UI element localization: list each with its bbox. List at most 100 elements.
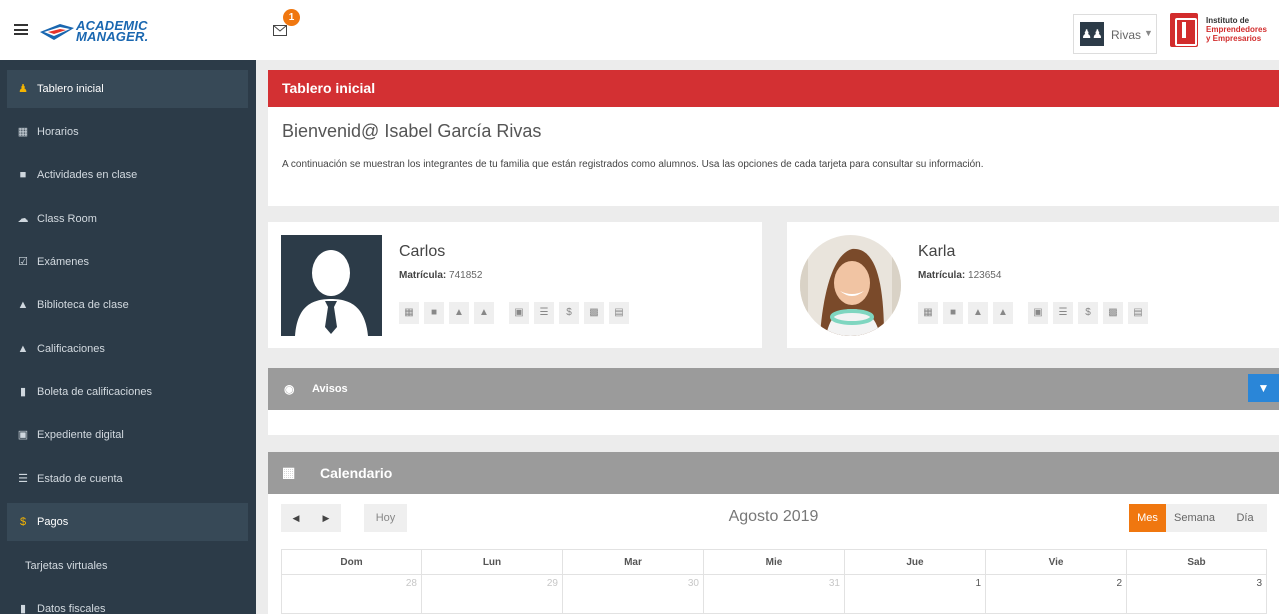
sidebar-item-tarjetas-virtuales[interactable]: Tarjetas virtuales [7,547,248,585]
graduation-cap-icon[interactable]: ▲ [993,302,1013,324]
document-icon[interactable]: ▤ [1128,302,1148,324]
sidebar-item-horarios[interactable]: ▦ Horarios [7,113,248,151]
sidebar-item-calificaciones[interactable]: ▲ Calificaciones [7,330,248,368]
matricula-label: Matrícula: [918,270,966,281]
id-card-icon[interactable]: ▩ [584,302,604,324]
avisos-header: ◉ Avisos ▼ [268,368,1279,410]
id-card-icon[interactable]: ▩ [1103,302,1123,324]
sidebar-item-label: Boleta de calificaciones [37,386,152,398]
briefcase-icon: ■ [19,169,27,181]
sidebar-item-biblioteca[interactable]: ▲ Biblioteca de clase [7,286,248,324]
sidebar-item-label: Pagos [37,516,69,528]
archive-icon[interactable]: ▣ [509,302,529,324]
sidebar-item-expediente[interactable]: ▣ Expediente digital [7,416,248,454]
student-name: Karla [918,243,956,260]
student-matricula: Matrícula: 123654 [918,270,1001,281]
calendar-day-cell[interactable]: 31 [704,574,845,614]
sidebar-item-label: Expediente digital [37,429,124,441]
calendar-icon: ▦ [282,464,296,480]
matricula-value: 123654 [968,270,1002,281]
user-name: Rivas [1111,28,1142,42]
calendar-day-cell[interactable]: 2 [986,574,1127,614]
archive-icon[interactable]: ▣ [1028,302,1048,324]
list-icon: ☰ [18,473,28,485]
dollar-icon[interactable]: $ [1078,302,1098,324]
calendar-day-cell[interactable]: 28 [281,574,422,614]
sidebar-item-class-room[interactable]: ☁ Class Room [7,200,248,238]
logo-line-2: MANAGER. [76,29,149,44]
folder-icon[interactable]: ▲ [968,302,988,324]
calendar-icon: ▦ [17,126,29,138]
calendar-icon[interactable]: ▦ [918,302,938,324]
top-bar: ACADEMIC MANAGER. 1 ♟♟ Rivas ▼ Instituto… [0,0,1279,60]
student-name: Carlos [399,243,446,260]
user-menu[interactable]: ♟♟ Rivas ▼ [1073,14,1157,54]
hamburger-menu-icon[interactable] [14,24,28,35]
calendar-grid: Dom Lun Mar Mie Jue Vie Sab 28 29 30 31 … [281,549,1267,614]
calendar-title: Calendario [320,465,393,481]
day-name: Sab [1127,549,1267,574]
sidebar-item-pagos[interactable]: $ Pagos [7,503,248,541]
institution-line-3: y Empresarios [1206,34,1262,43]
calendar-header: ▦ Calendario [268,452,1279,494]
student-card-karla: Karla Matrícula: 123654 ▦ ■ ▲ ▲ ▣ ☰ $ ▩ … [787,222,1279,348]
folder-icon: ▲ [17,299,29,311]
sidebar-item-examenes[interactable]: ☑ Exámenes [7,243,248,281]
sidebar-item-label: Horarios [37,126,79,138]
sidebar-item-datos-fiscales[interactable]: ▮ Datos fiscales [7,590,248,614]
checkbox-icon: ☑ [18,256,28,268]
graduation-cap-icon: ▲ [17,343,29,355]
student-matricula: Matrícula: 741852 [399,270,482,281]
calendar-day-cell[interactable]: 3 [1127,574,1267,614]
academic-manager-logo[interactable]: ACADEMIC MANAGER. [40,19,160,46]
page-title: Tablero inicial [268,70,1279,107]
sidebar-item-estado-cuenta[interactable]: ☰ Estado de cuenta [7,460,248,498]
calendar-body: ◀ ▶ Hoy Agosto 2019 Mes Semana Día Dom L… [268,494,1279,614]
logo-swoosh-icon [40,24,74,40]
day-name: Vie [986,549,1127,574]
document-icon[interactable]: ▤ [609,302,629,324]
briefcase-icon[interactable]: ■ [424,302,444,324]
briefcase-icon[interactable]: ■ [943,302,963,324]
institution-logo: Instituto de Emprendedores y Empresarios [1170,13,1275,49]
calendar-day-cell[interactable]: 30 [563,574,704,614]
sidebar-item-label: Tarjetas virtuales [25,560,108,572]
dollar-icon[interactable]: $ [559,302,579,324]
graduation-cap-icon[interactable]: ▲ [474,302,494,324]
mail-button[interactable]: 1 [273,9,300,36]
cloud-icon: ☁ [17,213,29,225]
day-name: Jue [845,549,986,574]
institution-emblem-icon [1170,13,1198,47]
welcome-panel: Bienvenid@ Isabel García Rivas A continu… [268,107,1279,206]
sidebar-item-actividades[interactable]: ■ Actividades en clase [7,156,248,194]
sidebar: ♟ Tablero inicial ▦ Horarios ■ Actividad… [0,60,256,614]
view-month-button[interactable]: Mes [1129,504,1166,532]
sidebar-item-tablero-inicial[interactable]: ♟ Tablero inicial [7,70,248,108]
list-icon[interactable]: ☰ [534,302,554,324]
folder-icon[interactable]: ▲ [449,302,469,324]
sidebar-item-label: Tablero inicial [37,83,104,95]
calendar-day-cell[interactable]: 29 [422,574,563,614]
welcome-text: A continuación se muestran los integrant… [282,159,984,170]
day-name: Dom [281,549,422,574]
day-name: Mar [563,549,704,574]
view-day-button[interactable]: Día [1223,504,1267,532]
user-icon: ♟ [18,83,28,95]
sidebar-item-label: Actividades en clase [37,169,138,181]
list-icon[interactable]: ☰ [1053,302,1073,324]
sidebar-item-label: Calificaciones [37,343,105,355]
sidebar-item-boleta[interactable]: ▮ Boleta de calificaciones [7,373,248,411]
student-card-carlos: Carlos Matrícula: 741852 ▦ ■ ▲ ▲ ▣ ☰ $ ▩… [268,222,762,348]
sidebar-item-label: Datos fiscales [37,603,106,614]
filter-button[interactable]: ▼ [1248,374,1279,402]
view-week-button[interactable]: Semana [1166,504,1223,532]
archive-icon: ▣ [17,429,29,441]
avisos-body [268,410,1279,435]
institution-name: Instituto de Emprendedores y Empresarios [1206,16,1267,43]
calendar-icon[interactable]: ▦ [399,302,419,324]
calendar-month-title: Agosto 2019 [728,508,819,525]
filter-icon: ▼ [1257,381,1270,395]
sidebar-item-label: Exámenes [37,256,89,268]
calendar-day-cell[interactable]: 1 [845,574,986,614]
avisos-title: Avisos [312,383,348,395]
